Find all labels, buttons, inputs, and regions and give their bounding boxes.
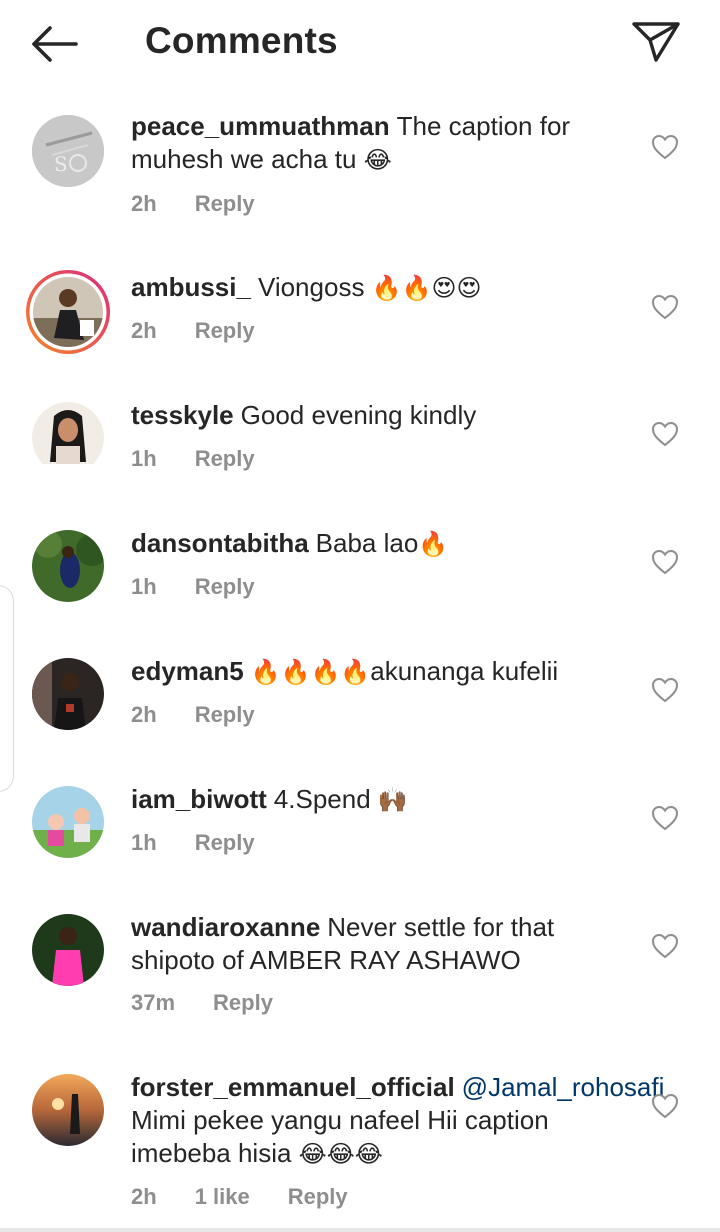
comment-text: dansontabitha Baba lao🔥 bbox=[131, 527, 621, 561]
comment-emoji: 🔥 bbox=[418, 530, 449, 558]
likes-count[interactable]: 1 like bbox=[195, 1184, 250, 1209]
comment-username[interactable]: peace_ummuathman bbox=[131, 111, 390, 141]
heart-outline-icon[interactable] bbox=[650, 547, 680, 577]
comment-username[interactable]: wandiaroxanne bbox=[131, 912, 320, 942]
side-drawer-tab[interactable] bbox=[0, 585, 14, 792]
comment-time: 1h bbox=[131, 574, 157, 599]
comment-username[interactable]: dansontabitha bbox=[131, 528, 309, 558]
comment-emoji: 😂 bbox=[363, 146, 392, 174]
paper-plane-icon bbox=[632, 22, 680, 62]
comment-time: 2h bbox=[131, 1184, 157, 1209]
comment-meta: 1h Reply bbox=[131, 574, 255, 600]
mention-link[interactable]: @Jamal_rohosafi bbox=[462, 1072, 665, 1102]
comment-text: edyman5 🔥🔥🔥🔥akunanga kufelii bbox=[131, 655, 621, 689]
comment-username[interactable]: tesskyle bbox=[131, 400, 234, 430]
comment-text: ambussi_ Viongoss 🔥🔥😍😍 bbox=[131, 271, 621, 305]
header-bar: Comments bbox=[0, 0, 720, 90]
reply-button[interactable]: Reply bbox=[195, 446, 255, 471]
back-button[interactable] bbox=[28, 22, 84, 66]
reply-button[interactable]: Reply bbox=[213, 990, 273, 1015]
comment-emoji: 🔥🔥😍😍 bbox=[371, 274, 482, 302]
avatar[interactable] bbox=[32, 1074, 104, 1146]
avatar[interactable] bbox=[32, 530, 104, 602]
heart-outline-icon[interactable] bbox=[650, 931, 680, 961]
avatar[interactable]: S bbox=[32, 115, 104, 187]
comment-emoji: 🔥🔥🔥🔥 bbox=[250, 658, 371, 686]
comment-text: wandiaroxanne Never settle for that shipo… bbox=[131, 911, 621, 977]
comment-meta: 2h Reply bbox=[131, 191, 255, 217]
comment-time: 1h bbox=[131, 446, 157, 471]
reply-button[interactable]: Reply bbox=[195, 830, 255, 855]
comment-username[interactable]: edyman5 bbox=[131, 656, 244, 686]
avatar[interactable] bbox=[32, 786, 104, 858]
avatar-story-ring[interactable] bbox=[24, 268, 112, 356]
avatar[interactable] bbox=[32, 402, 104, 474]
comment-body: akunanga kufelii bbox=[370, 656, 559, 686]
svg-text:S: S bbox=[54, 152, 68, 176]
comment-body: 4.Spend bbox=[273, 784, 371, 814]
heart-outline-icon[interactable] bbox=[650, 132, 680, 162]
comment-time: 37m bbox=[131, 990, 176, 1015]
arrow-left-icon bbox=[32, 26, 78, 62]
comment-username[interactable]: forster_emmanuel_official bbox=[131, 1072, 455, 1102]
comment-meta: 1h Reply bbox=[131, 446, 255, 472]
comment-text: forster_emmanuel_official @Jamal_rohosafi… bbox=[131, 1071, 664, 1171]
page-title: Comments bbox=[145, 20, 338, 61]
comment-time: 2h bbox=[131, 191, 157, 216]
bottom-divider bbox=[0, 1228, 720, 1232]
comment-meta: 1h Reply bbox=[131, 830, 255, 856]
heart-outline-icon[interactable] bbox=[650, 675, 680, 705]
reply-button[interactable]: Reply bbox=[288, 1184, 348, 1209]
heart-outline-icon[interactable] bbox=[650, 419, 680, 449]
heart-outline-icon[interactable] bbox=[650, 292, 680, 322]
comment-text: tesskyle Good evening kindly bbox=[131, 399, 621, 432]
heart-outline-icon[interactable] bbox=[650, 803, 680, 833]
reply-button[interactable]: Reply bbox=[195, 702, 255, 727]
comment-text: peace_ummuathman The caption for muhesh w… bbox=[131, 110, 621, 177]
comment-meta: 2h 1 like Reply bbox=[131, 1184, 348, 1210]
comment-time: 2h bbox=[131, 318, 157, 343]
reply-button[interactable]: Reply bbox=[195, 574, 255, 599]
reply-button[interactable]: Reply bbox=[195, 191, 255, 216]
heart-outline-icon[interactable] bbox=[650, 1091, 680, 1121]
avatar[interactable] bbox=[32, 658, 104, 730]
share-button[interactable] bbox=[628, 16, 684, 68]
comment-meta: 2h Reply bbox=[131, 318, 255, 344]
comment-body: Baba lao bbox=[315, 528, 419, 558]
comment-time: 1h bbox=[131, 830, 157, 855]
reply-button[interactable]: Reply bbox=[195, 318, 255, 343]
comment-time: 2h bbox=[131, 702, 157, 727]
comment-body: Viongoss bbox=[257, 272, 365, 302]
avatar[interactable] bbox=[32, 914, 104, 986]
comment-emoji: 😂😂😂 bbox=[298, 1140, 383, 1168]
comment-meta: 37m Reply bbox=[131, 990, 273, 1016]
comment-meta: 2h Reply bbox=[131, 702, 255, 728]
comment-body: Good evening kindly bbox=[240, 400, 477, 430]
comment-username[interactable]: ambussi_ bbox=[131, 272, 251, 302]
comment-text: iam_biwott 4.Spend 🙌🏾 bbox=[131, 783, 621, 817]
comment-username[interactable]: iam_biwott bbox=[131, 784, 267, 814]
comment-emoji: 🙌🏾 bbox=[377, 786, 408, 814]
